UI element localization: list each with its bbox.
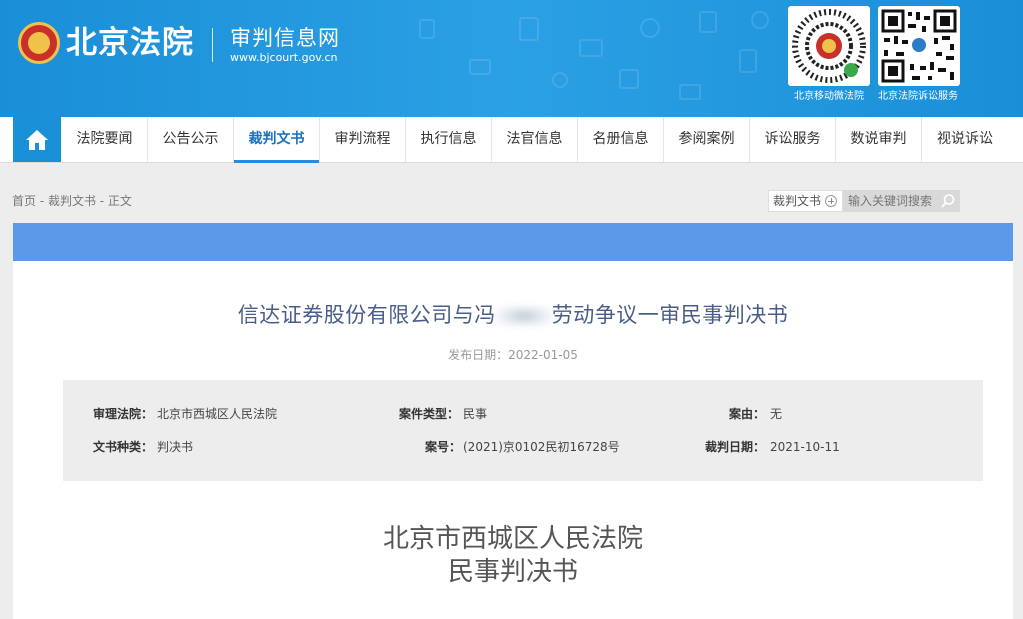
- header-divider: [212, 28, 213, 62]
- content-header-bar: [13, 223, 1013, 261]
- court-name-heading: 北京市西城区人民法院: [382, 524, 643, 554]
- nav-item-video-litigation[interactable]: 视说诉讼: [922, 117, 1008, 162]
- breadcrumb[interactable]: 首页 - 裁判文书 - 正文: [12, 193, 132, 209]
- nav-item-execution-info[interactable]: 执行信息: [406, 117, 492, 162]
- judge-date-value: 2021-10-11: [770, 440, 840, 454]
- nav-item-litigation-service[interactable]: 诉讼服务: [750, 117, 836, 162]
- meta-row-1: 审理法院： 北京市西城区人民法院 案件类型： 民事 案由： 无: [63, 406, 983, 422]
- cause-value: 无: [770, 407, 783, 421]
- document-title-part1: 信达证券股份有限公司与冯: [237, 303, 496, 327]
- home-icon: [26, 129, 48, 150]
- nav-items: 法院要闻 公告公示 裁判文书 审判流程 执行信息 法官信息 名册信息 参阅案例 …: [62, 117, 1008, 163]
- cause-label: 案由：: [729, 407, 766, 421]
- site-header: 北京法院 审判信息网 www.bjcourt.gov.cn 北京移动微法院 北京…: [0, 0, 1023, 117]
- nav-item-announcements[interactable]: 公告公示: [148, 117, 234, 162]
- case-no-value: (2021)京0102民初16728号: [463, 440, 620, 454]
- search-category-label: 裁判文书: [773, 194, 822, 208]
- case-type-label: 案件类型：: [399, 407, 460, 421]
- document-title-part2: 劳动争议一审民事判决书: [551, 303, 789, 327]
- site-name[interactable]: 北京法院: [66, 24, 194, 62]
- nav-item-trial-process[interactable]: 审判流程: [320, 117, 406, 162]
- litigation-service-qr-icon[interactable]: [878, 6, 960, 86]
- document-kind-heading: 民事判决书: [447, 557, 578, 587]
- mobile-court-qr-icon[interactable]: [788, 6, 870, 86]
- search-box: 裁判文书: [768, 190, 960, 212]
- doc-type-label: 文书种类：: [93, 440, 154, 454]
- judge-date-label: 裁判日期：: [705, 440, 766, 454]
- meta-row-2: 文书种类： 判决书 案号： (2021)京0102民初16728号 裁判日期： …: [63, 439, 983, 455]
- nav-item-court-news[interactable]: 法院要闻: [62, 117, 148, 162]
- qr-caption-mobile-court: 北京移动微法院: [794, 91, 864, 102]
- case-no-label: 案号：: [425, 440, 462, 454]
- nav-item-judgments[interactable]: 裁判文书: [234, 117, 320, 163]
- qr-caption-litigation-service: 北京法院诉讼服务: [878, 91, 958, 102]
- sub-site-name: 审判信息网: [230, 26, 340, 50]
- court-label: 审理法院：: [93, 407, 154, 421]
- search-category-select[interactable]: 裁判文书: [768, 190, 843, 212]
- document-title: 信达证券股份有限公司与冯 劳动争议一审民事判决书: [13, 301, 1013, 329]
- site-url: www.bjcourt.gov.cn: [230, 51, 338, 64]
- nav-item-data-trials[interactable]: 数说审判: [836, 117, 922, 162]
- case-type-value: 民事: [463, 407, 488, 421]
- court-emblem-icon[interactable]: [18, 22, 60, 64]
- nav-item-judge-info[interactable]: 法官信息: [492, 117, 578, 162]
- redacted-name: [495, 305, 552, 327]
- publish-date: 发布日期：2022-01-05: [448, 348, 578, 362]
- document-panel: 信达证券股份有限公司与冯 劳动争议一审民事判决书 发布日期：2022-01-05 …: [13, 261, 1013, 619]
- case-meta-panel: 审理法院： 北京市西城区人民法院 案件类型： 民事 案由： 无 文书种类： 判决…: [63, 380, 983, 481]
- home-button[interactable]: [13, 117, 61, 162]
- court-value: 北京市西城区人民法院: [157, 407, 278, 421]
- main-nav: 法院要闻 公告公示 裁判文书 审判流程 执行信息 法官信息 名册信息 参阅案例 …: [0, 117, 1023, 163]
- nav-item-reference-cases[interactable]: 参阅案例: [664, 117, 750, 162]
- doc-type-value: 判决书: [157, 440, 194, 454]
- nav-item-roster-info[interactable]: 名册信息: [578, 117, 664, 162]
- plus-circle-icon: [825, 195, 838, 207]
- search-icon[interactable]: [940, 193, 956, 209]
